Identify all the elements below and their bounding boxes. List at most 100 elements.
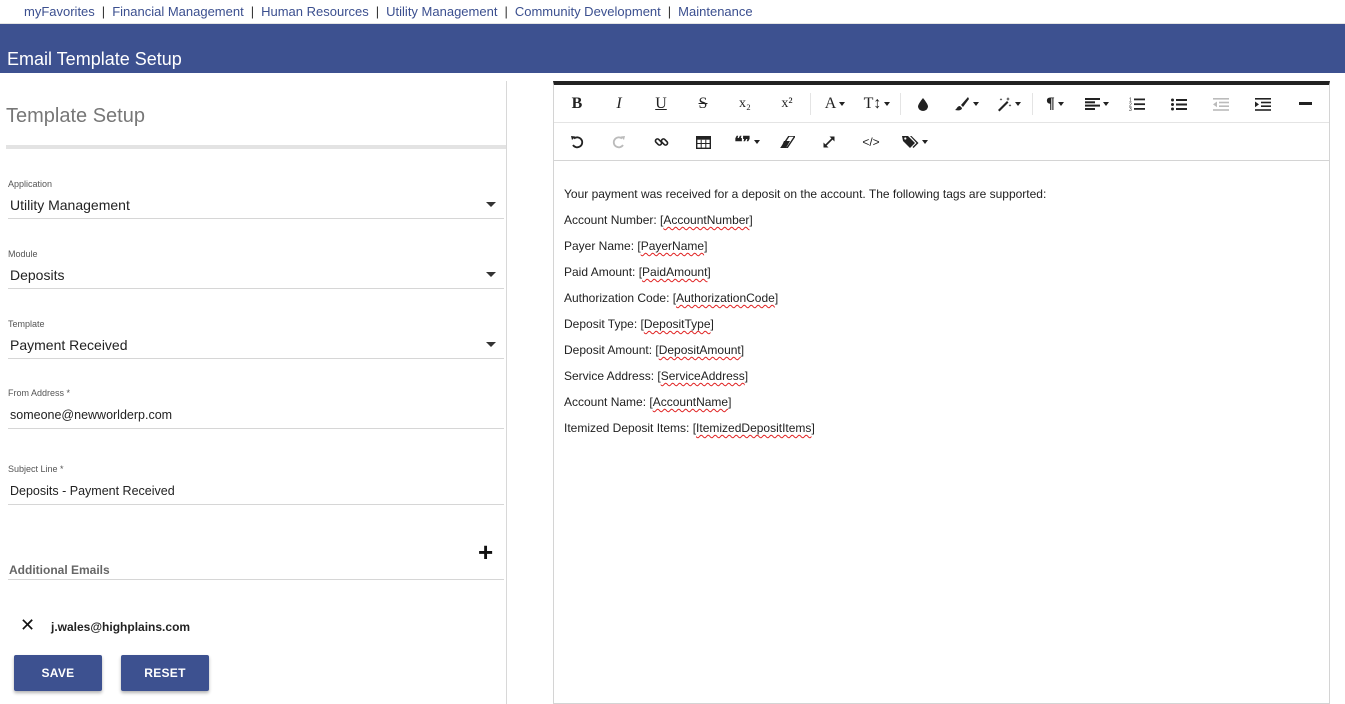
editor-line: Paid Amount: [PaidAmount]	[564, 259, 1046, 285]
paragraph-icon: ¶	[1046, 95, 1055, 112]
editor-content[interactable]: Your payment was received for a deposit …	[564, 181, 1046, 441]
subject-line-field[interactable]: Subject Line * Deposits - Payment Receiv…	[8, 464, 504, 505]
toolbar-divider	[810, 93, 811, 115]
application-value[interactable]: Utility Management	[10, 197, 130, 213]
template-select[interactable]: Template Payment Received	[8, 319, 504, 359]
editor-text: ]	[740, 343, 745, 357]
editor-line: Deposit Type: [DepositType]	[564, 311, 1046, 337]
eraser-icon	[780, 136, 795, 148]
additional-email-item: j.wales@highplains.com	[51, 620, 191, 634]
paint-brush-icon	[954, 97, 969, 111]
tags-icon	[902, 136, 919, 148]
code-view-button[interactable]: </>	[858, 123, 884, 161]
editor-text: Service Address: [	[564, 369, 661, 383]
editor-line: Authorization Code: [AuthorizationCode]	[564, 285, 1046, 311]
merge-tag: DepositAmount	[658, 343, 741, 357]
nav-utility-management[interactable]: Utility Management	[386, 4, 497, 19]
italic-button[interactable]: I	[606, 85, 632, 123]
clear-formatting-button[interactable]	[774, 123, 800, 161]
fullscreen-button[interactable]	[816, 123, 842, 161]
underline-button[interactable]: U	[648, 85, 674, 123]
unordered-list-button[interactable]	[1166, 85, 1192, 123]
editor-text: Deposit Amount: [	[564, 343, 659, 357]
editor-text: ]	[749, 213, 753, 227]
subject-line-input[interactable]: Deposits - Payment Received	[10, 484, 175, 498]
nav-myfavorites[interactable]: myFavorites	[24, 4, 95, 19]
editor-text: ]	[774, 291, 779, 305]
editor-text: Account Name: [	[564, 395, 653, 409]
editor-toolbar: B I U S x₂ x² A T↕ ¶ 1 2 3 ❝❞ </>	[554, 85, 1329, 161]
blockquote-button[interactable]: ❝❞	[730, 123, 764, 161]
undo-icon	[571, 136, 584, 149]
editor-text: ]	[728, 395, 732, 409]
nav-separator: |	[504, 4, 508, 19]
module-select[interactable]: Module Deposits	[8, 249, 504, 289]
link-icon	[654, 137, 668, 146]
nav-human-resources[interactable]: Human Resources	[261, 4, 369, 19]
page-header: Email Template Setup	[0, 24, 1345, 73]
svg-text:3: 3	[1129, 107, 1132, 111]
horizontal-line-icon	[1298, 102, 1312, 105]
add-email-button[interactable]: +	[478, 539, 493, 565]
nav-separator: |	[375, 4, 380, 19]
email-body-editor: B I U S x₂ x² A T↕ ¶ 1 2 3 ❝❞ </> Your p…	[553, 81, 1330, 704]
chevron-down-icon	[884, 102, 891, 106]
align-button[interactable]	[1080, 85, 1114, 123]
nav-community-development[interactable]: Community Development	[515, 4, 661, 19]
outdent-icon	[1213, 97, 1229, 111]
table-button[interactable]	[690, 123, 716, 161]
magic-wand-icon	[997, 97, 1011, 112]
from-address-field[interactable]: From Address * someone@newworlderp.com	[8, 388, 504, 429]
nav-maintenance[interactable]: Maintenance	[678, 4, 752, 19]
editor-line: Account Name: [AccountName]	[564, 389, 1046, 415]
chevron-down-icon	[1057, 102, 1064, 106]
chevron-down-icon	[839, 102, 846, 106]
chevron-down-icon	[972, 102, 979, 106]
module-label: Module	[8, 249, 38, 259]
outdent-button[interactable]	[1208, 85, 1234, 123]
module-value[interactable]: Deposits	[10, 267, 64, 283]
indent-button[interactable]	[1250, 85, 1276, 123]
editor-text: Payer Name: [	[564, 239, 641, 253]
undo-button[interactable]	[564, 123, 590, 161]
ordered-list-button[interactable]: 123	[1124, 85, 1150, 123]
magic-wand-button[interactable]	[990, 85, 1026, 123]
chevron-down-icon[interactable]	[486, 202, 496, 207]
strikethrough-button[interactable]: S	[690, 85, 716, 123]
chevron-down-icon	[753, 140, 760, 144]
insert-tag-button[interactable]	[898, 123, 932, 161]
save-button[interactable]: SAVE	[14, 655, 102, 691]
expand-icon	[823, 136, 835, 148]
editor-text: ]	[707, 265, 711, 279]
remove-email-icon[interactable]: ✕	[20, 616, 35, 634]
horizontal-rule-button[interactable]	[1292, 85, 1318, 123]
redo-button[interactable]	[606, 123, 632, 161]
bold-button[interactable]: B	[564, 85, 590, 123]
text-color-button[interactable]	[910, 85, 936, 123]
editor-line: Deposit Amount: [DepositAmount]	[564, 337, 1046, 363]
editor-line: Account Number: [AccountNumber]	[564, 207, 1046, 233]
chevron-down-icon[interactable]	[486, 272, 496, 277]
redo-icon	[612, 136, 625, 149]
template-label: Template	[8, 319, 45, 329]
merge-tag: AccountNumber	[663, 213, 750, 227]
editor-text: Account Number: [	[564, 213, 664, 227]
editor-text: Itemized Deposit Items: [	[564, 421, 697, 435]
paragraph-format-button[interactable]: ¶	[1040, 85, 1070, 123]
superscript-button[interactable]: x²	[774, 85, 800, 123]
subscript-button[interactable]: x₂	[732, 85, 758, 123]
nav-financial-management[interactable]: Financial Management	[112, 4, 244, 19]
link-button[interactable]	[648, 123, 674, 161]
application-select[interactable]: Application Utility Management	[8, 179, 504, 219]
from-address-input[interactable]: someone@newworlderp.com	[10, 408, 172, 422]
font-size-button[interactable]: T↕	[860, 85, 894, 123]
chevron-down-icon[interactable]	[486, 342, 496, 347]
editor-line: Your payment was received for a deposit …	[564, 181, 1046, 207]
section-divider	[6, 145, 506, 149]
template-value[interactable]: Payment Received	[10, 337, 128, 353]
chevron-down-icon	[1014, 102, 1021, 106]
background-color-button[interactable]	[948, 85, 984, 123]
reset-button[interactable]: RESET	[121, 655, 209, 691]
font-family-button[interactable]: A	[820, 85, 850, 123]
additional-emails-label: Additional Emails	[9, 563, 110, 577]
